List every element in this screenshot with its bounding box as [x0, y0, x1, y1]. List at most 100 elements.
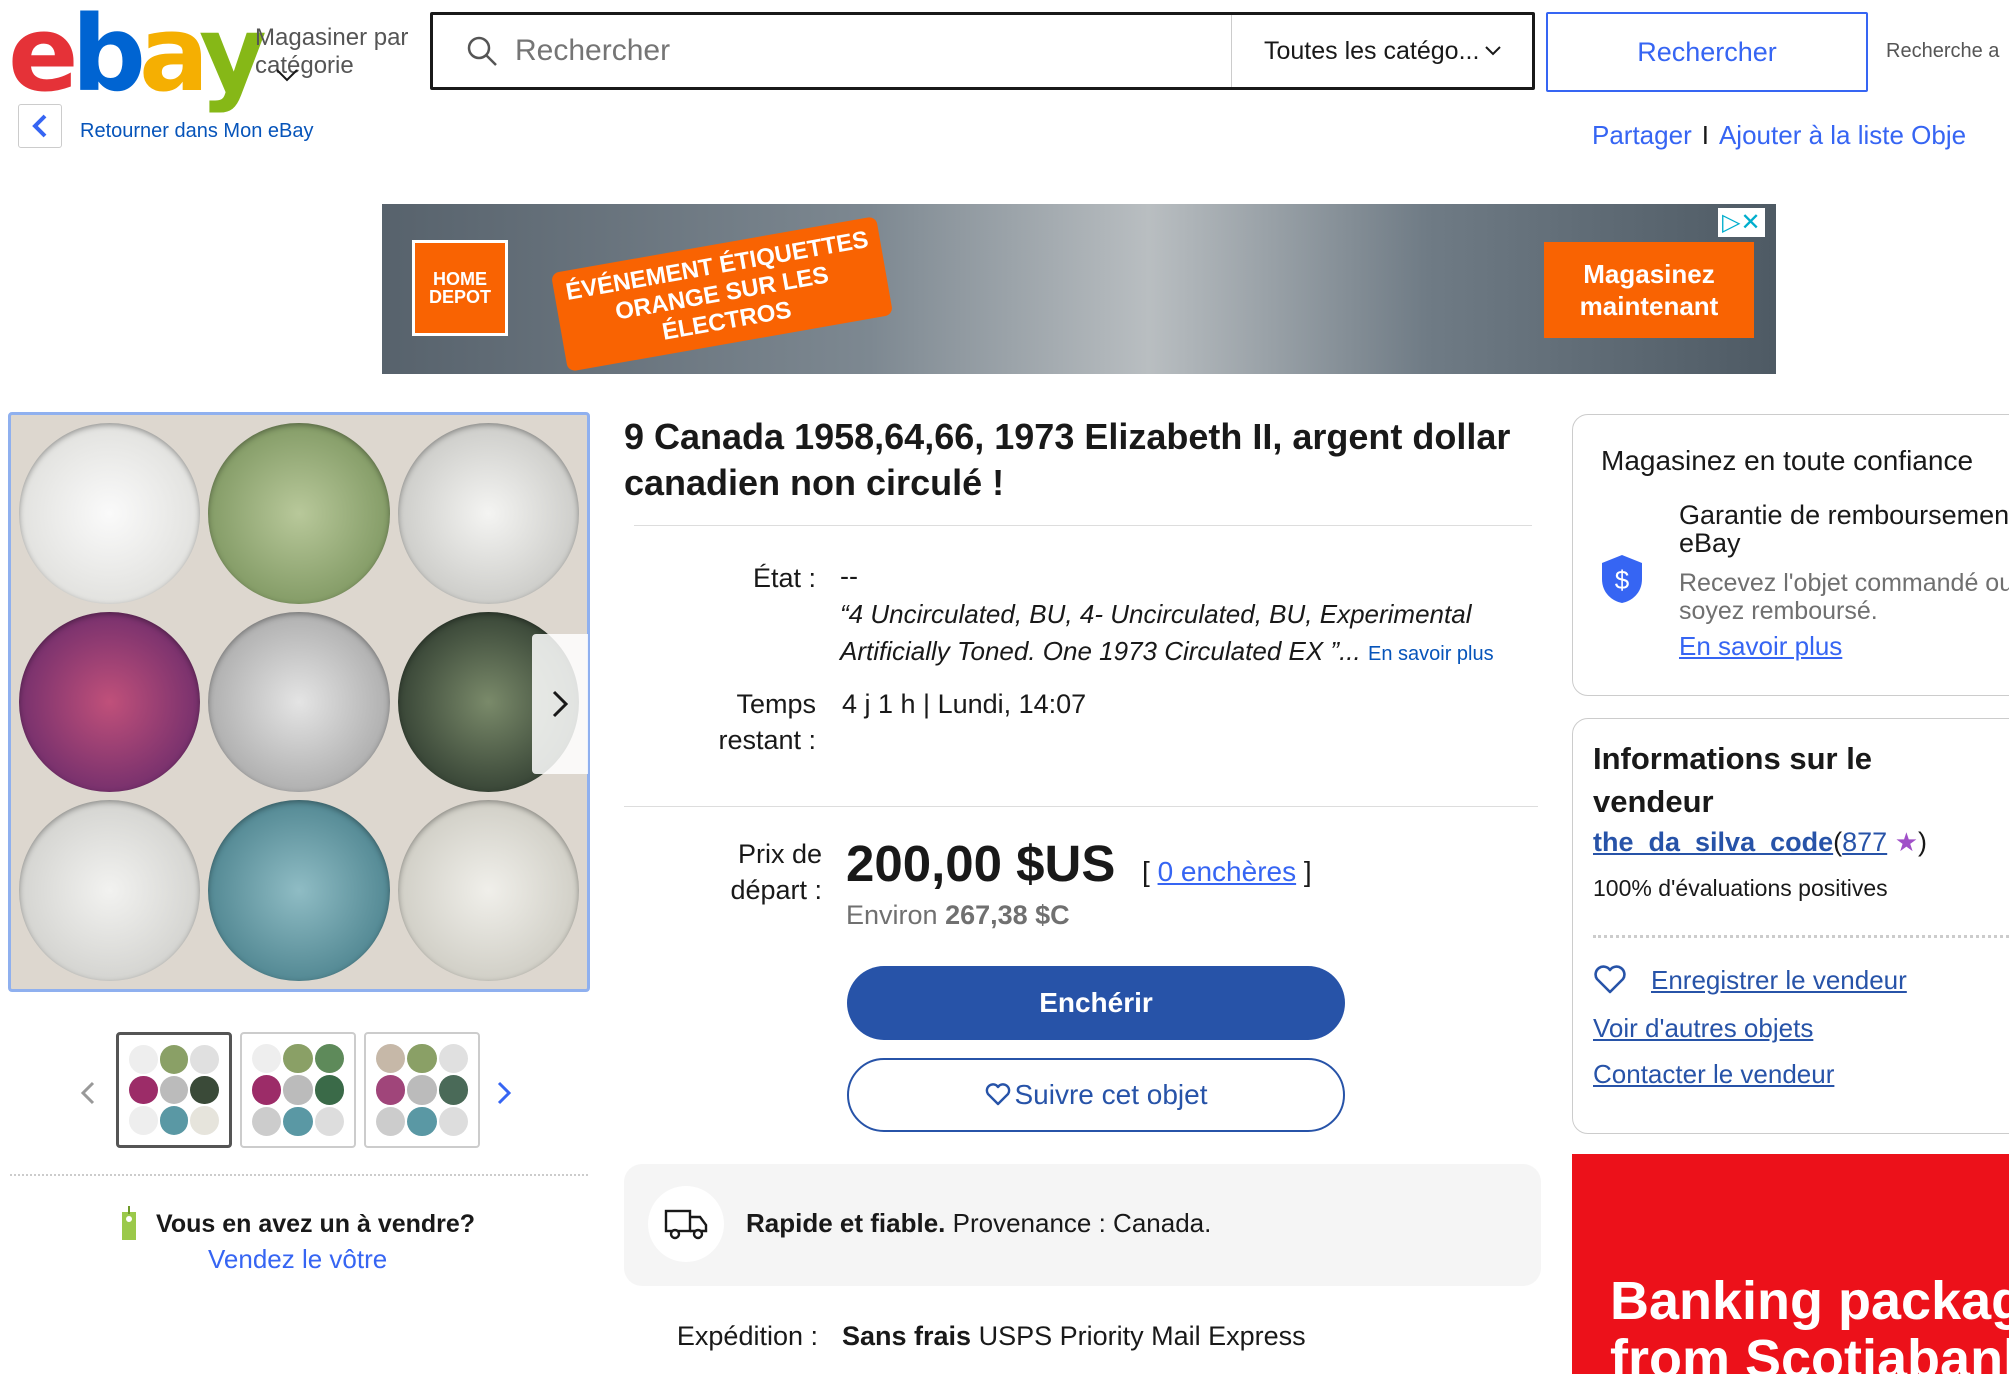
- guarantee-learn-more[interactable]: En savoir plus: [1679, 631, 1842, 662]
- other-items-link[interactable]: Voir d'autres objets: [1593, 1013, 1813, 1044]
- shipping-service: USPS Priority Mail Express: [978, 1321, 1306, 1351]
- guarantee-text: Recevez l'objet commandé ou soyez rembou…: [1679, 569, 2009, 625]
- approx-value: 267,38 $C: [945, 900, 1070, 930]
- divider: [624, 806, 1538, 807]
- share-link[interactable]: Partager: [1592, 120, 1692, 150]
- coin-image: [208, 800, 390, 981]
- heart-icon: [985, 1083, 1010, 1106]
- chevron-right-icon: [497, 1081, 512, 1105]
- price-tag-icon: [122, 1206, 136, 1240]
- coin-image: [208, 611, 390, 793]
- seller-panel: Informations sur le vendeur the_da_silva…: [1572, 718, 2009, 1134]
- thumbnail-strip: [116, 1032, 486, 1154]
- logo-letter-e: e: [8, 0, 78, 115]
- chevron-down-icon: [1485, 46, 1501, 56]
- ad-banner[interactable]: HOME DEPOT ÉVÉNEMENT ÉTIQUETTES ORANGE S…: [382, 204, 1776, 374]
- shipping-origin: Provenance : Canada.: [952, 1208, 1212, 1238]
- chevron-right-icon: [552, 690, 569, 718]
- search-button[interactable]: Rechercher: [1546, 12, 1868, 92]
- contact-seller-link[interactable]: Contacter le vendeur: [1593, 1059, 1834, 1090]
- thumbnails-prev-button[interactable]: [80, 1080, 96, 1114]
- time-left-value: 4 j 1 h | Lundi, 14:07: [842, 689, 1087, 719]
- condition-label: État :: [752, 563, 816, 593]
- ad-cta-button[interactable]: Magasinez maintenant: [1544, 242, 1754, 338]
- share-bar: Partager I Ajouter à la liste Obje: [1592, 120, 1966, 151]
- save-seller-link[interactable]: Enregistrer le vendeur: [1651, 965, 1907, 996]
- condition-value: --: [840, 561, 858, 591]
- side-ad-line-1: Banking packag: [1610, 1271, 2009, 1331]
- bids-link[interactable]: 0 enchères: [1158, 856, 1297, 887]
- home-depot-logo: HOME DEPOT: [412, 240, 508, 336]
- advanced-search-link[interactable]: Recherche a: [1886, 40, 1999, 63]
- starting-price-label: Prix de départ :: [730, 839, 822, 905]
- ebay-logo[interactable]: ebay: [8, 2, 267, 106]
- approx-price: Environ 267,38 $C: [846, 900, 1070, 931]
- coin-image: [397, 423, 579, 604]
- coin-image: [208, 423, 390, 604]
- divider: [1593, 935, 2009, 938]
- bids-count: [ 0 enchères ]: [1142, 856, 1312, 888]
- side-ad-text: Banking packag from Scotiabank: [1610, 1272, 2009, 1374]
- watch-label: Suivre cet objet: [1014, 1079, 1208, 1110]
- coin-image: [397, 800, 579, 981]
- search-icon: [467, 36, 497, 66]
- chevron-left-icon: [80, 1081, 95, 1105]
- positive-feedback: 100% d'évaluations positives: [1593, 875, 1888, 901]
- search-field-wrap: [433, 15, 1232, 87]
- thumbnail-3[interactable]: [364, 1032, 480, 1148]
- back-button[interactable]: [18, 104, 62, 148]
- add-to-watchlist-link[interactable]: Ajouter à la liste Obje: [1719, 120, 1966, 150]
- search-input[interactable]: [513, 33, 1217, 69]
- shield-dollar-icon: $: [1602, 555, 1642, 603]
- category-select-value: Toutes les catégo...: [1264, 36, 1480, 65]
- seller-name-link[interactable]: the_da_silva_code: [1593, 827, 1833, 857]
- watch-item-button[interactable]: Suivre cet objet: [847, 1058, 1345, 1132]
- svg-text:$: $: [1615, 565, 1630, 595]
- shipping-highlight-text: Rapide et fiable. Provenance : Canada.: [746, 1208, 1211, 1239]
- ad-headline: ÉVÉNEMENT ÉTIQUETTES ORANGE SUR LES ÉLEC…: [550, 216, 894, 372]
- main-item-image[interactable]: [8, 412, 590, 992]
- paren: (: [1833, 827, 1843, 857]
- logo-letter-b: b: [71, 0, 147, 115]
- side-ad-line-2: from Scotiabank: [1610, 1329, 2009, 1374]
- shop-by-category[interactable]: Magasiner par catégorie: [255, 24, 415, 82]
- time-left-label: Temps restant :: [718, 689, 816, 755]
- approx-prefix: Environ: [846, 900, 938, 930]
- sell-yours-link[interactable]: Vendez le vôtre: [208, 1244, 387, 1275]
- separator: I: [1701, 120, 1709, 150]
- coin-image: [19, 423, 201, 604]
- star-icon: ★: [1894, 827, 1919, 857]
- heart-icon: [1594, 965, 1626, 994]
- divider: [10, 1174, 588, 1176]
- shipping-free: Sans frais: [842, 1321, 972, 1351]
- read-more-link[interactable]: En savoir plus: [1368, 643, 1494, 665]
- shipping-value: Sans frais USPS Priority Mail Express: [842, 1318, 1306, 1354]
- image-next-button[interactable]: [532, 634, 588, 774]
- category-select[interactable]: Toutes les catégo...: [1232, 37, 1532, 66]
- shipping-highlight-bold: Rapide et fiable.: [746, 1208, 946, 1238]
- seller-title: Informations sur le vendeur: [1593, 741, 1873, 819]
- search-bar: Toutes les catégo...: [430, 12, 1535, 90]
- item-title: 9 Canada 1958,64,66, 1973 Elizabeth II, …: [624, 416, 1511, 503]
- seller-identity: the_da_silva_code(877 ★): [1593, 827, 1927, 858]
- shipping-label: Expédition :: [676, 1321, 818, 1351]
- side-ad-banner[interactable]: Banking packag from Scotiabank: [1572, 1154, 2009, 1374]
- thumbnail-2[interactable]: [240, 1032, 356, 1148]
- coin-image: [19, 800, 201, 981]
- chevron-left-icon: [32, 114, 47, 138]
- bracket: ]: [1303, 856, 1312, 887]
- logo-letter-y: y: [198, 0, 267, 115]
- paren: ): [1918, 827, 1928, 857]
- trust-title: Magasinez en toute confiance: [1601, 445, 1974, 476]
- coin-image: [19, 611, 201, 793]
- guarantee-title: Garantie de remboursement eBay: [1679, 500, 2009, 558]
- bracket: [: [1142, 856, 1150, 887]
- truck-icon: [648, 1186, 724, 1262]
- condition-description: “4 Uncirculated, BU, 4- Uncirculated, BU…: [840, 596, 1540, 673]
- back-to-my-ebay-link[interactable]: Retourner dans Mon eBay: [80, 120, 313, 143]
- thumbnails-next-button[interactable]: [496, 1080, 512, 1114]
- adchoices-icon[interactable]: ▷✕: [1718, 208, 1765, 237]
- thumbnail-1[interactable]: [116, 1032, 232, 1148]
- feedback-count-link[interactable]: 877: [1842, 827, 1887, 857]
- place-bid-button[interactable]: Enchérir: [847, 966, 1345, 1040]
